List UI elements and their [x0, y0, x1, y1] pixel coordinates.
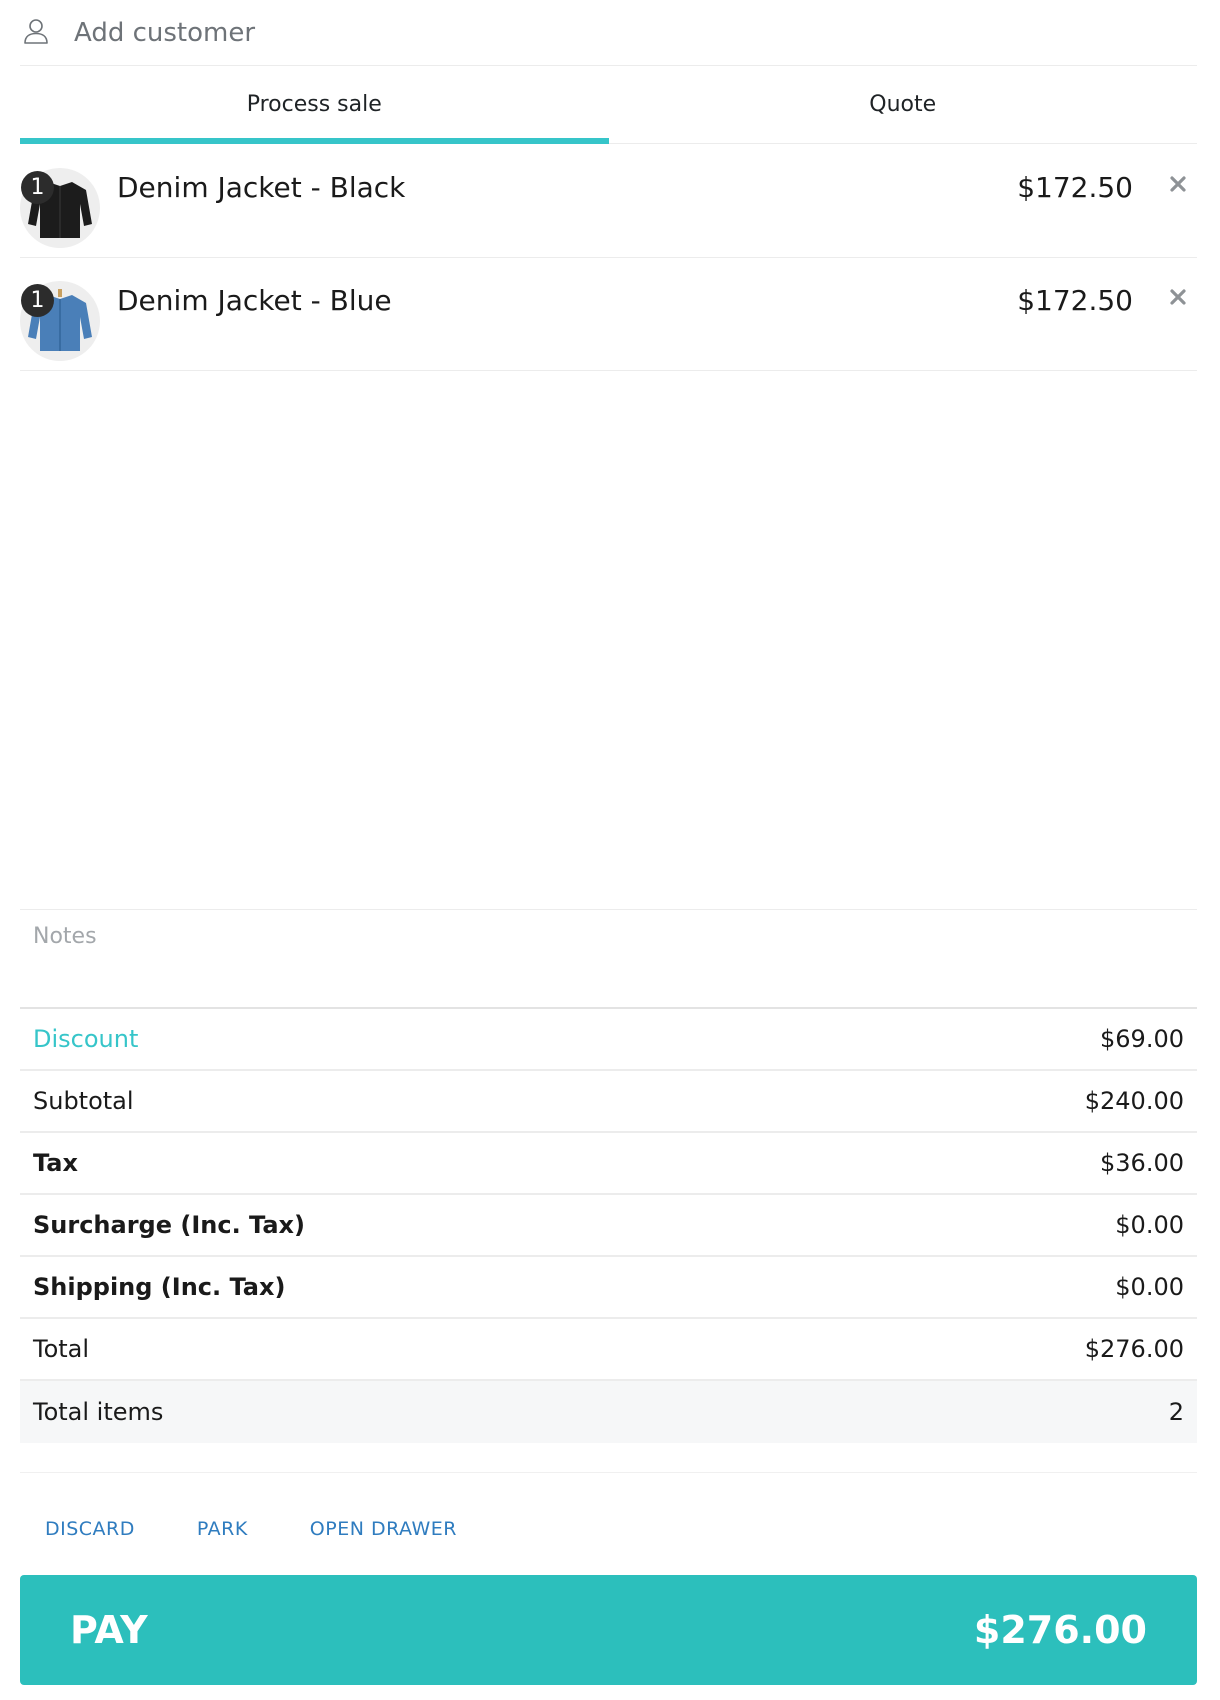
remove-item-button[interactable] — [1165, 173, 1191, 199]
discount-value: $69.00 — [1100, 1025, 1184, 1053]
line-item[interactable]: 1 Denim Jacket - Blue $172.50 — [20, 258, 1197, 371]
remove-item-button[interactable] — [1165, 286, 1191, 312]
user-icon — [20, 17, 50, 49]
item-name: Denim Jacket - Black — [117, 171, 406, 204]
total-items-row: Total items 2 — [20, 1381, 1197, 1443]
shipping-row: Shipping (Inc. Tax) $0.00 — [20, 1257, 1197, 1319]
discount-row[interactable]: Discount $69.00 — [20, 1009, 1197, 1071]
sale-panel: Add customer Process sale Quote 1 Denim … — [0, 0, 1220, 1700]
notes-field[interactable] — [20, 910, 1197, 1007]
surcharge-label: Surcharge (Inc. Tax) — [33, 1211, 305, 1239]
total-items-label: Total items — [33, 1398, 164, 1426]
pay-label: PAY — [70, 1608, 148, 1652]
item-price: $172.50 — [1017, 171, 1133, 204]
divider — [20, 1472, 1197, 1473]
sale-actions: DISCARD PARK OPEN DRAWER — [45, 1518, 457, 1540]
subtotal-row: Subtotal $240.00 — [20, 1071, 1197, 1133]
open-drawer-button[interactable]: OPEN DRAWER — [310, 1518, 457, 1540]
park-button[interactable]: PARK — [197, 1518, 248, 1540]
pay-button[interactable]: PAY $276.00 — [20, 1575, 1197, 1685]
quantity-badge: 1 — [21, 171, 54, 204]
discard-button[interactable]: DISCARD — [45, 1518, 135, 1540]
line-items-list: 1 Denim Jacket - Black $172.50 1 Denim J… — [20, 145, 1197, 371]
pay-amount: $276.00 — [973, 1608, 1147, 1652]
discount-label[interactable]: Discount — [33, 1025, 138, 1053]
total-items-value: 2 — [1168, 1398, 1184, 1426]
close-icon — [1170, 176, 1186, 196]
tax-value: $36.00 — [1100, 1149, 1184, 1177]
add-customer-button[interactable]: Add customer — [20, 0, 1197, 66]
total-row: Total $276.00 — [20, 1319, 1197, 1381]
total-label: Total — [33, 1335, 90, 1363]
notes-area — [20, 909, 1197, 1009]
quantity-badge: 1 — [21, 284, 54, 317]
add-customer-label: Add customer — [74, 17, 256, 48]
shipping-label: Shipping (Inc. Tax) — [33, 1273, 286, 1301]
total-value: $276.00 — [1084, 1335, 1184, 1363]
tab-quote[interactable]: Quote — [609, 66, 1198, 143]
tax-row: Tax $36.00 — [20, 1133, 1197, 1195]
item-name: Denim Jacket - Blue — [117, 284, 392, 317]
shipping-value: $0.00 — [1115, 1273, 1184, 1301]
subtotal-value: $240.00 — [1084, 1087, 1184, 1115]
close-icon — [1170, 289, 1186, 309]
totals-table: Discount $69.00 Subtotal $240.00 Tax $36… — [20, 1009, 1197, 1443]
tax-label: Tax — [33, 1149, 78, 1177]
item-price: $172.50 — [1017, 284, 1133, 317]
surcharge-value: $0.00 — [1115, 1211, 1184, 1239]
subtotal-label: Subtotal — [33, 1087, 134, 1115]
sale-tabs: Process sale Quote — [20, 66, 1197, 144]
tab-process-sale[interactable]: Process sale — [20, 66, 609, 144]
surcharge-row: Surcharge (Inc. Tax) $0.00 — [20, 1195, 1197, 1257]
line-item[interactable]: 1 Denim Jacket - Black $172.50 — [20, 145, 1197, 258]
